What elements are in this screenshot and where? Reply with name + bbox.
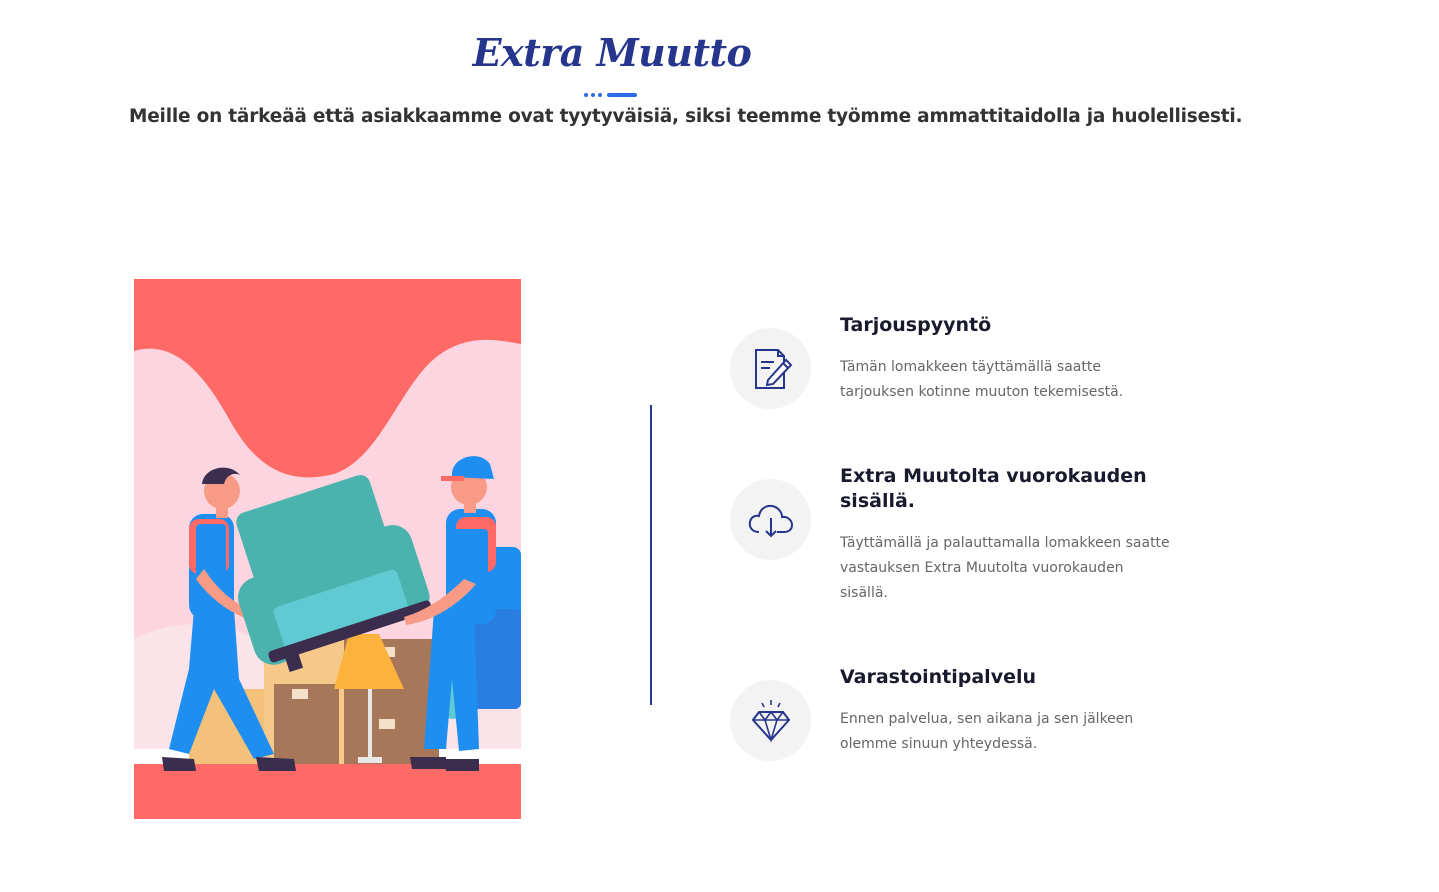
vertical-divider	[650, 405, 652, 705]
feature-title: Extra Muutolta vuorokauden sisällä.	[840, 465, 1147, 512]
decoration-bar	[607, 93, 637, 97]
page: Extra Muutto Meille on tärkeää että asia…	[0, 0, 1439, 892]
feature-description: Tämän lomakkeen täyttämällä saatte tarjo…	[840, 359, 1124, 400]
movers-carrying-armchair-illustration	[134, 279, 521, 819]
page-title: Extra Muutto	[472, 30, 752, 75]
diamond-icon	[751, 699, 790, 743]
form-pencil-icon	[754, 348, 792, 389]
feature-title: Varastointipalvelu	[840, 666, 1037, 688]
movers-illustration	[134, 279, 521, 819]
decoration-dot	[584, 93, 588, 97]
feature-title: Tarjouspyyntö	[840, 314, 992, 336]
cloud-download-icon	[748, 504, 793, 537]
feature-description: Täyttämällä ja palauttamalla lomakkeen s…	[840, 535, 1170, 601]
title-decoration	[584, 92, 637, 98]
feature-icon-circle	[730, 328, 811, 409]
feature-icon-circle	[730, 479, 811, 560]
feature-icon-circle	[730, 680, 811, 761]
decoration-dot	[598, 93, 602, 97]
page-subtitle: Meille on tärkeää että asiakkaamme ovat …	[129, 106, 1243, 127]
decoration-dot	[591, 93, 595, 97]
feature-description: Ennen palvelua, sen aikana ja sen jälkee…	[840, 711, 1134, 752]
